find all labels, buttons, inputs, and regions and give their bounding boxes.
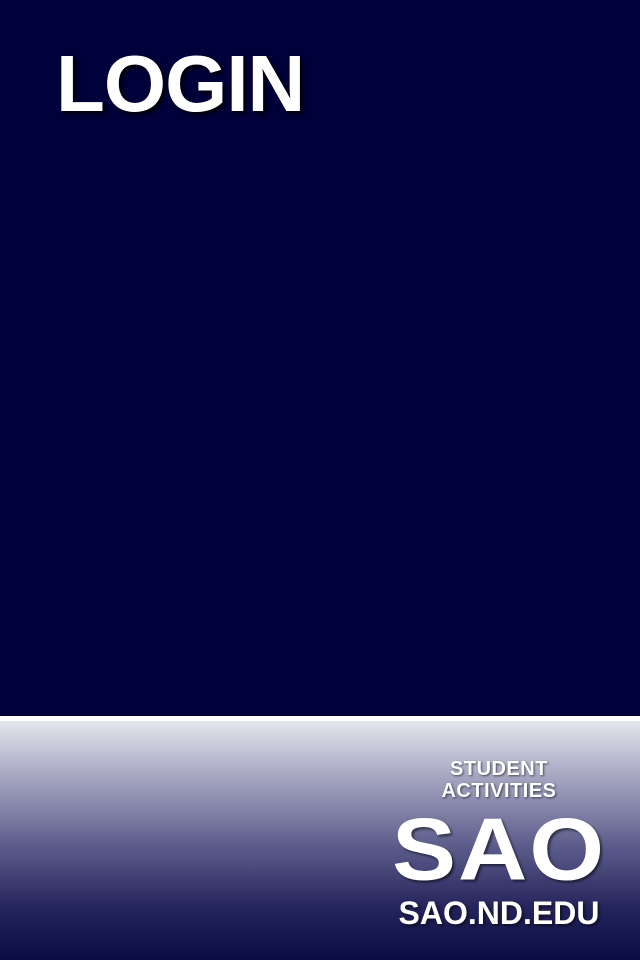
- main-panel: LOGIN: [0, 0, 640, 716]
- page-title: LOGIN: [56, 39, 305, 128]
- student-activities-logo: STUDENT ACTIVITIES SAO SAO.ND.EDU: [392, 758, 607, 930]
- logo-line-student-activities: STUDENT ACTIVITIES: [441, 758, 557, 802]
- logo-line-url: SAO.ND.EDU: [398, 895, 600, 931]
- login-screen: LOGIN STUDENT ACTIVITIES SAO SAO.ND.EDU: [0, 0, 640, 960]
- logo-line-sao: SAO: [392, 800, 607, 899]
